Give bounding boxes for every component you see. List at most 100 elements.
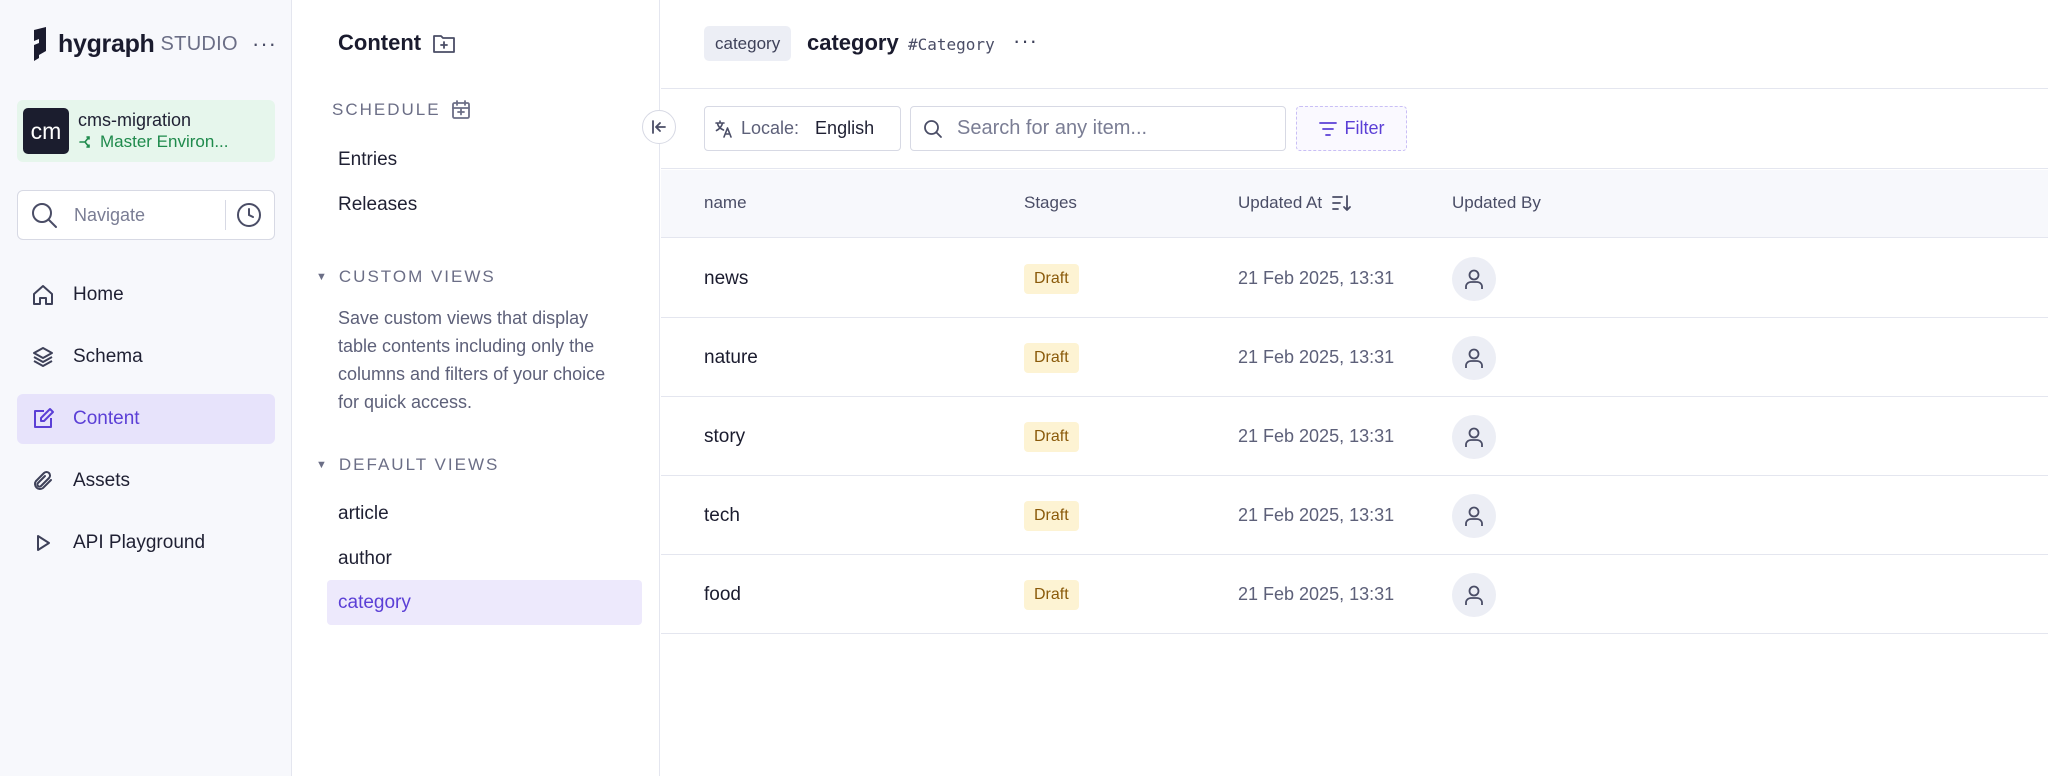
content-sidebar: Content SCHEDULE Entries Releases ▼ CUST…	[292, 0, 660, 776]
stage-badge-text: Draft	[1024, 421, 1079, 452]
cell-updated-by	[1452, 318, 1496, 397]
user-avatar	[1452, 414, 1496, 459]
brand-name: hygraph	[58, 29, 155, 58]
search-input[interactable]	[957, 117, 1257, 140]
user-icon	[1465, 348, 1483, 368]
stage-badge: Draft	[1024, 476, 1079, 555]
model-chip: category	[704, 26, 792, 61]
nav-item-label: Home	[73, 284, 124, 305]
cell-updated-by	[1452, 397, 1496, 476]
cell-updated-at: 21 Feb 2025, 13:31	[1238, 505, 1395, 525]
cell-name: nature	[704, 346, 758, 368]
nav-item-content[interactable]: Content	[17, 394, 275, 444]
table-row[interactable]: nature Draft 21 Feb 2025, 13:31	[661, 318, 2048, 397]
model-more-icon[interactable]: ···	[1013, 30, 1038, 52]
user-icon	[1465, 269, 1483, 289]
default-views-heading-text: DEFAULT VIEWS	[338, 455, 500, 474]
locale-selector[interactable]: Locale: English	[704, 106, 901, 151]
user-avatar	[1452, 493, 1496, 538]
cell-updated-by	[1452, 476, 1496, 555]
cell-updated-at: 21 Feb 2025, 13:31	[1238, 426, 1395, 446]
view-link-author[interactable]: author	[338, 548, 392, 570]
custom-views-description: Save custom views that display table con…	[338, 308, 606, 412]
nav-item-label: Content	[73, 408, 140, 429]
navigate-search[interactable]: Navigate	[17, 190, 275, 240]
main-navigation: hygraph STUDIO ··· cm cms-migration Mast…	[0, 0, 292, 776]
collapse-sidebar-button[interactable]	[642, 110, 676, 144]
layers-icon	[29, 343, 57, 371]
stage-badge: Draft	[1024, 397, 1079, 476]
project-avatar: cm	[23, 108, 69, 154]
nav-item-label: Assets	[73, 470, 131, 491]
table-row[interactable]: food Draft 21 Feb 2025, 13:31	[661, 555, 2048, 634]
more-options-icon[interactable]: ···	[252, 33, 277, 55]
model-title: category	[807, 30, 899, 55]
side-link-entries[interactable]: Entries	[338, 149, 397, 171]
view-link-article[interactable]: article	[338, 503, 389, 525]
collapse-left-icon	[652, 120, 666, 134]
cell-updated-by	[1452, 239, 1496, 318]
cell-name: food	[704, 583, 741, 605]
view-link-category[interactable]: category	[327, 580, 642, 625]
default-views-heading[interactable]: ▼ DEFAULT VIEWS	[316, 455, 499, 475]
search-icon	[32, 203, 57, 228]
paperclip-icon	[29, 467, 57, 495]
column-header-updated-by[interactable]: Updated By	[1452, 193, 1541, 213]
cell-name: tech	[704, 504, 740, 526]
sort-descending-icon[interactable]	[1332, 194, 1352, 212]
schedule-heading-text: SCHEDULE	[332, 100, 441, 119]
edit-icon	[29, 405, 57, 433]
hygraph-logo-icon	[34, 27, 46, 61]
stage-badge: Draft	[1024, 239, 1079, 318]
cell-updated-by	[1452, 555, 1496, 634]
side-link-releases[interactable]: Releases	[338, 194, 417, 216]
brand-logo[interactable]: hygraph STUDIO	[30, 26, 238, 62]
custom-views-heading[interactable]: ▼ CUSTOM VIEWS	[316, 267, 496, 287]
nav-item-label: Schema	[73, 346, 143, 367]
table-header: name Stages Updated At Updated By	[661, 170, 2048, 238]
model-api-id: #Category	[908, 35, 995, 54]
nav-item-assets[interactable]: Assets	[17, 456, 275, 506]
home-icon	[29, 281, 57, 309]
table-row[interactable]: story Draft 21 Feb 2025, 13:31	[661, 397, 2048, 476]
stage-badge: Draft	[1024, 555, 1079, 634]
table-row[interactable]: news Draft 21 Feb 2025, 13:31	[661, 239, 2048, 318]
filter-label: Filter	[1344, 118, 1385, 138]
calendar-icon[interactable]	[451, 100, 471, 120]
content-toolbar: Locale: English Filter	[661, 89, 2048, 169]
stage-badge-text: Draft	[1024, 500, 1079, 531]
nav-item-home[interactable]: Home	[17, 270, 275, 320]
user-avatar	[1452, 335, 1496, 380]
content-title-text: Content	[338, 30, 422, 55]
stage-badge-text: Draft	[1024, 579, 1079, 610]
custom-views-heading-text: CUSTOM VIEWS	[338, 267, 496, 286]
project-switcher[interactable]: cm cms-migration Master Environ...	[17, 100, 275, 162]
column-label: Updated At	[1238, 193, 1323, 212]
column-label: Updated By	[1452, 193, 1541, 212]
brand-suffix: STUDIO	[160, 32, 238, 55]
locale-label: Locale:	[741, 118, 800, 138]
search-icon	[924, 119, 942, 138]
history-clock-icon[interactable]	[236, 202, 262, 228]
nav-item-label: API Playground	[73, 532, 206, 553]
user-avatar	[1452, 256, 1496, 301]
column-header-updated-at[interactable]: Updated At	[1238, 193, 1352, 213]
table-row[interactable]: tech Draft 21 Feb 2025, 13:31	[661, 476, 2048, 555]
column-label: Stages	[1024, 193, 1077, 212]
filter-button[interactable]: Filter	[1296, 106, 1407, 151]
filter-icon	[1318, 121, 1337, 136]
column-header-stages[interactable]: Stages	[1024, 193, 1077, 213]
add-folder-icon[interactable]	[433, 33, 455, 53]
user-icon	[1465, 506, 1483, 526]
collapse-chevron-icon: ▼	[316, 271, 329, 283]
column-label: name	[704, 193, 747, 212]
nav-item-schema[interactable]: Schema	[17, 332, 275, 382]
stage-badge-text: Draft	[1024, 342, 1079, 373]
user-avatar	[1452, 572, 1496, 617]
model-header: category category #Category ···	[661, 0, 2048, 89]
search-box[interactable]	[910, 106, 1286, 151]
nav-item-api-playground[interactable]: API Playground	[17, 518, 275, 568]
column-header-name[interactable]: name	[704, 193, 747, 213]
project-name: cms-migration	[78, 110, 192, 130]
view-link-label: category	[338, 592, 411, 613]
